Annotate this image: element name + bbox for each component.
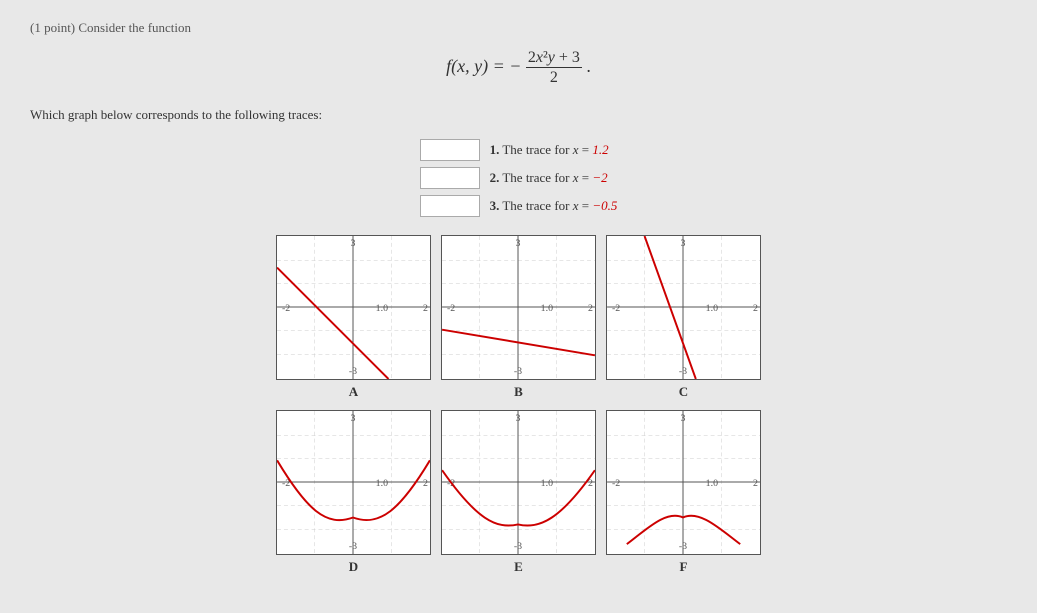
graph-label-C: C [679,384,688,400]
graph-wrapper-B: 3 -3 -2 1.0 2 B [441,235,596,400]
question-text: Which graph below corresponds to the fol… [30,107,1007,123]
svg-text:-2: -2 [612,303,620,314]
function-period: . [586,56,591,76]
svg-text:2: 2 [423,303,428,314]
graph-canvas-B: 3 -3 -2 1.0 2 [441,235,596,380]
point-label: (1 point) Consider the function [30,20,1007,36]
graph-canvas-A: 3 -3 -2 1.0 2 [276,235,431,380]
graph-canvas-E: 3 -3 -2 1.0 2 [441,410,596,555]
svg-text:-3: -3 [349,541,357,552]
svg-text:-3: -3 [514,366,522,377]
graph-wrapper-E: 3 -3 -2 1.0 2 E [441,410,596,575]
trace-label-2: 2. The trace for x = −2 [490,170,608,186]
svg-text:1.0: 1.0 [541,303,553,314]
trace-input-1[interactable] [420,139,480,161]
graph-svg-A: 3 -3 -2 1.0 2 [277,236,430,379]
svg-text:3: 3 [351,238,356,249]
graph-svg-D: 3 -3 -2 1.0 2 [277,411,430,554]
svg-text:-2: -2 [447,303,455,314]
traces-list: 1. The trace for x = 1.2 2. The trace fo… [420,139,618,217]
graph-label-D: D [349,559,358,575]
graph-canvas-D: 3 -3 -2 1.0 2 [276,410,431,555]
graph-label-B: B [514,384,523,400]
svg-text:3: 3 [681,238,686,249]
svg-text:2: 2 [588,303,593,314]
trace-input-2[interactable] [420,167,480,189]
svg-text:-2: -2 [612,478,620,489]
graph-wrapper-F: 3 -3 -2 1.0 2 F [606,410,761,575]
graph-label-E: E [514,559,523,575]
svg-text:-3: -3 [349,366,357,377]
graphs-container: 3 -3 -2 1.0 2 [30,235,1007,575]
graph-canvas-F: 3 -3 -2 1.0 2 [606,410,761,555]
svg-text:3: 3 [516,413,521,424]
graph-label-F: F [680,559,688,575]
svg-text:1.0: 1.0 [376,478,388,489]
function-fraction: 2x²y + 3 2 [526,48,582,87]
svg-text:-3: -3 [514,541,522,552]
graph-svg-F: 3 -3 -2 1.0 2 [607,411,760,554]
function-display: f(x, y) = − 2x²y + 3 2 . [30,48,1007,87]
svg-text:1.0: 1.0 [706,478,718,489]
svg-text:-3: -3 [679,366,687,377]
graph-svg-E: 3 -3 -2 1.0 2 [442,411,595,554]
svg-text:3: 3 [681,413,686,424]
trace-label-3: 3. The trace for x = −0.5 [490,198,618,214]
graphs-top-row: 3 -3 -2 1.0 2 [276,235,761,400]
graph-label-A: A [349,384,358,400]
graph-canvas-C: 3 -3 -2 1.0 2 [606,235,761,380]
svg-text:3: 3 [516,238,521,249]
trace-input-3[interactable] [420,195,480,217]
svg-text:1.0: 1.0 [376,303,388,314]
graph-wrapper-A: 3 -3 -2 1.0 2 [276,235,431,400]
trace-item-3: 3. The trace for x = −0.5 [420,195,618,217]
traces-section: 1. The trace for x = 1.2 2. The trace fo… [30,139,1007,217]
fraction-numerator: 2x²y + 3 [526,48,582,68]
svg-text:-3: -3 [679,541,687,552]
graph-svg-B: 3 -3 -2 1.0 2 [442,236,595,379]
svg-text:2: 2 [753,478,758,489]
svg-text:3: 3 [351,413,356,424]
svg-text:1.0: 1.0 [541,478,553,489]
svg-text:2: 2 [753,303,758,314]
graph-wrapper-C: 3 -3 -2 1.0 2 C [606,235,761,400]
fraction-denominator: 2 [548,68,560,87]
trace-label-1: 1. The trace for x = 1.2 [490,142,609,158]
trace-item-2: 2. The trace for x = −2 [420,167,618,189]
graph-wrapper-D: 3 -3 -2 1.0 2 [276,410,431,575]
function-lhs: f(x, y) = − [446,56,521,76]
svg-text:2: 2 [423,478,428,489]
svg-text:1.0: 1.0 [706,303,718,314]
svg-text:-2: -2 [282,303,290,314]
graphs-bottom-row: 3 -3 -2 1.0 2 [276,410,761,575]
graph-svg-C: 3 -3 -2 1.0 2 [607,236,760,379]
trace-item-1: 1. The trace for x = 1.2 [420,139,618,161]
